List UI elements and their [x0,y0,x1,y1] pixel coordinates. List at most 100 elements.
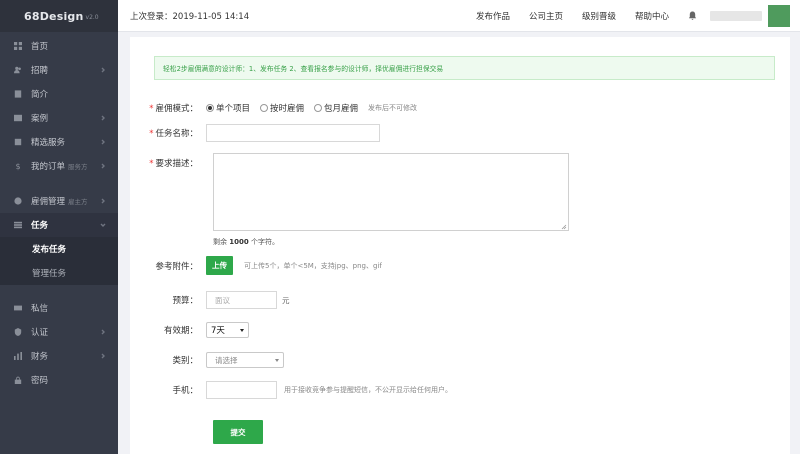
yuan-icon: $ [15,161,21,171]
sidebar-item-intro[interactable]: 简介 [0,82,118,106]
recruit-icon [13,65,23,75]
sidebar-item-password[interactable]: 密码 [0,368,118,392]
description-textarea[interactable] [213,153,569,231]
header-link-company-home[interactable]: 公司主页 [529,10,563,22]
instruction-notice: 轻松2步雇佣满意的设计师：1、发布任务 2、查看报名参与的设计师，择优雇佣进行担… [154,56,775,80]
chevron-right-icon [100,114,108,122]
chevron-down-icon [100,221,108,229]
sidebar-item-services[interactable]: 精选服务 [0,130,118,154]
finance-icon [13,351,23,361]
dashboard-icon [13,41,23,51]
sidebar-menu: 首页 招聘 简介 案例 精选服务 $ 我的订单 服务方 雇佣管理 雇主方 任务 … [0,32,118,392]
sidebar-item-recruit[interactable]: 招聘 [0,58,118,82]
sidebar-item-cases[interactable]: 案例 [0,106,118,130]
sidebar-item-label: 首页 [31,42,49,52]
sidebar-item-finance[interactable]: 财务 [0,344,118,368]
sidebar-item-label: 雇佣管理 [31,197,66,207]
upload-hint: 可上传5个，单个<5M，支持jpg、png、gif [244,261,382,270]
budget-row: 预算： 面议 元 [130,291,290,309]
hiring-mode-hint: 发布后不可修改 [368,104,418,112]
chevron-right-icon [100,66,108,74]
submit-button[interactable]: 提交 [213,420,263,444]
profile-icon [13,89,23,99]
sidebar-subitem-manage-task[interactable]: 管理任务 [0,261,118,285]
sidebar-item-label: 私信 [31,304,49,314]
sidebar: 68Design v2.0 首页 招聘 简介 案例 精选服务 $ 我的订单 服务… [0,0,118,454]
cases-icon [13,113,23,123]
char-remaining-count: 1000 [229,238,249,246]
avatar[interactable] [768,4,790,27]
sidebar-item-label: 认证 [31,328,49,338]
sidebar-item-orders[interactable]: $ 我的订单 服务方 [0,154,118,178]
attachment-label: 参考附件： [155,261,198,272]
brand-name: 68Design [24,9,84,23]
sidebar-item-label: 案例 [31,114,49,124]
task-name-row: * 任务名称： [130,124,380,142]
sidebar-item-label: 任务 [31,221,49,231]
chevron-down-icon [275,358,279,362]
budget-input[interactable]: 面议 [206,291,277,309]
header-link-help-center[interactable]: 帮助中心 [635,10,669,22]
sidebar-item-employ[interactable]: 雇佣管理 雇主方 [0,189,118,213]
radio-single-project[interactable]: 单个项目 [206,102,250,114]
category-label: 类别： [172,356,198,366]
phone-label: 手机： [172,386,198,396]
resize-handle-icon[interactable] [561,223,567,230]
description-label: * 要求描述： [149,159,198,169]
validity-label: 有效期： [163,326,198,336]
radio-dot [260,104,269,112]
char-remaining: 剩余 1000 个字符。 [213,238,279,246]
sidebar-item-label: 财务 [31,352,49,362]
radio-monthly[interactable]: 包月雇佣 [314,102,358,114]
verify-icon [13,327,23,337]
publish-task-panel: 轻松2步雇佣满意的设计师：1、发布任务 2、查看报名参与的设计师，择优雇佣进行担… [130,37,790,454]
radio-dot [314,104,323,112]
sidebar-item-label: 密码 [31,376,49,386]
task-name-input[interactable] [206,124,380,142]
task-name-label: * 任务名称： [149,129,198,139]
radio-dot [206,104,214,112]
validity-row: 有效期： 7天 [130,322,249,338]
sidebar-divider [0,178,118,189]
logo[interactable]: 68Design v2.0 [0,0,118,32]
sidebar-item-label: 精选服务 [31,138,66,148]
sidebar-subitem-publish-task[interactable]: 发布任务 [0,237,118,261]
chevron-right-icon [100,352,108,360]
lock-icon [13,375,23,385]
budget-label: 预算： [172,296,198,306]
task-icon [13,220,23,230]
top-header: 上次登录：2019-11-05 14:14 发布作品 公司主页 级别晋级 帮助中… [118,0,800,32]
sidebar-item-label: 招聘 [31,66,49,76]
username-redacted[interactable] [710,10,762,21]
sidebar-item-messages[interactable]: 私信 [0,296,118,320]
budget-unit: 元 [282,295,290,305]
phone-hint: 用于接收竞争参与提醒短信，不公开显示给任何用户。 [284,386,452,394]
role-tag: 服务方 [68,163,88,171]
role-tag: 雇主方 [68,198,88,206]
category-row: 类别： 请选择 [130,352,284,368]
sidebar-item-verify[interactable]: 认证 [0,320,118,344]
header-link-level-upgrade[interactable]: 级别晋级 [582,10,616,22]
sidebar-divider [0,285,118,296]
sidebar-item-home[interactable]: 首页 [0,34,118,58]
radio-hourly[interactable]: 按时雇佣 [260,102,304,114]
bell-icon[interactable] [688,11,698,21]
service-icon [13,137,23,147]
version-label: v2.0 [85,14,99,21]
phone-input[interactable] [206,381,277,399]
required-mark: * [149,104,154,114]
header-nav: 发布作品 公司主页 级别晋级 帮助中心 [476,4,800,27]
header-link-publish-works[interactable]: 发布作品 [476,10,510,22]
sidebar-item-task[interactable]: 任务 [0,213,118,237]
chevron-down-icon [240,328,244,332]
phone-row: 手机： 用于接收竞争参与提醒短信，不公开显示给任何用户。 [130,381,452,399]
attachment-row: 参考附件： 上传 可上传5个，单个<5M，支持jpg、png、gif [130,256,382,275]
category-select[interactable]: 请选择 [206,352,284,368]
hiring-mode-row: * 雇佣模式： 单个项目 按时雇佣 包月雇佣 发布后不可修改 [130,101,417,115]
sidebar-item-label: 我的订单 [31,162,66,172]
required-mark: * [149,129,154,139]
employ-icon [13,196,23,206]
last-login-text: 上次登录：2019-11-05 14:14 [130,11,250,22]
validity-select[interactable]: 7天 [206,322,249,338]
upload-button[interactable]: 上传 [206,256,233,275]
